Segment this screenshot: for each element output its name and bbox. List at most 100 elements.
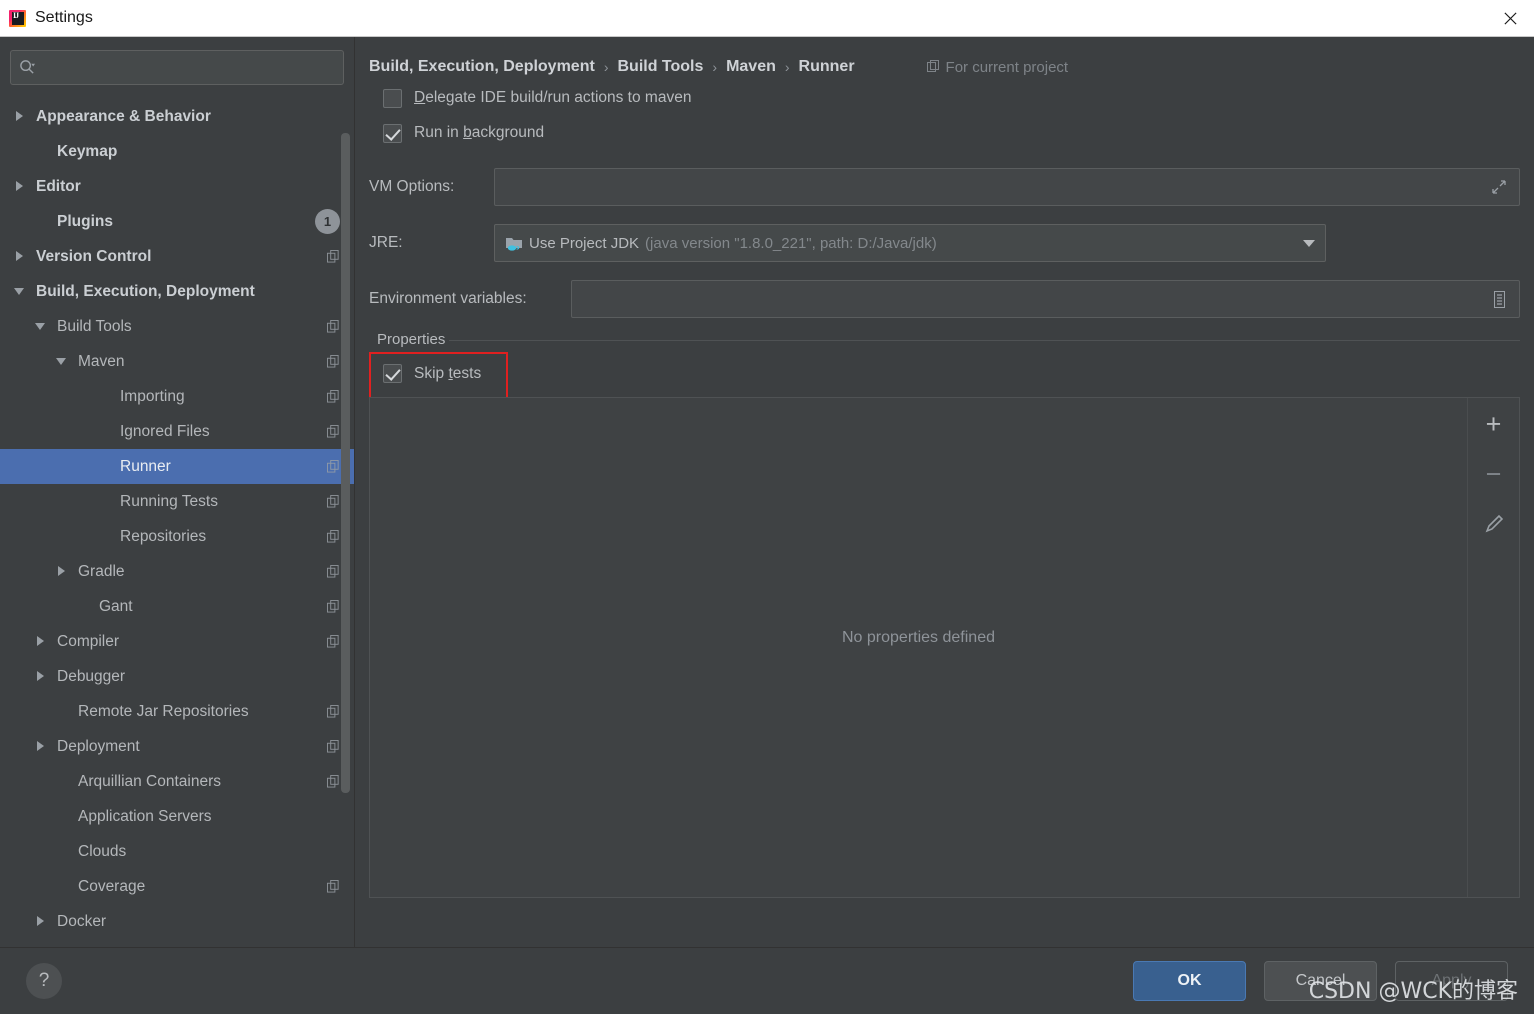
- sidebar-item-appearance-behavior[interactable]: Appearance & Behavior: [0, 99, 354, 134]
- sidebar-item-build-execution-deployment[interactable]: Build, Execution, Deployment: [0, 274, 354, 309]
- settings-sidebar: Appearance & Behavior Keymap Editor Plugins…: [0, 37, 355, 947]
- copy-icon[interactable]: [327, 565, 340, 578]
- list-icon[interactable]: [1487, 287, 1511, 311]
- chevron-right-icon[interactable]: [35, 635, 48, 648]
- sidebar-item-gradle[interactable]: Gradle: [0, 554, 354, 589]
- remove-property-button[interactable]: −: [1478, 458, 1510, 490]
- sidebar-item-keymap[interactable]: Keymap: [0, 134, 354, 169]
- chevron-right-icon[interactable]: [14, 250, 27, 263]
- sidebar-item-label: Repositories: [120, 527, 207, 545]
- sidebar-item-label: Gradle: [78, 562, 125, 580]
- bg-mnemonic: b: [463, 124, 472, 141]
- copy-icon[interactable]: [327, 740, 340, 753]
- sidebar-item-label: Remote Jar Repositories: [78, 702, 249, 720]
- vm-options-input[interactable]: [494, 168, 1520, 206]
- sidebar-item-application-servers[interactable]: Application Servers: [0, 799, 354, 834]
- vm-options-row: VM Options:: [369, 168, 1520, 206]
- delegate-build-checkbox-row[interactable]: Delegate IDE build/run actions to maven: [383, 83, 1520, 113]
- run-in-background-checkbox-row[interactable]: Run in background: [383, 118, 1520, 148]
- sidebar-item-debugger[interactable]: Debugger: [0, 659, 354, 694]
- sidebar-item-build-tools[interactable]: Build Tools: [0, 309, 354, 344]
- chevron-right-icon[interactable]: [14, 110, 27, 123]
- copy-icon[interactable]: [327, 600, 340, 613]
- copy-icon[interactable]: [327, 495, 340, 508]
- close-icon[interactable]: [1486, 0, 1534, 36]
- sidebar-item-editor[interactable]: Editor: [0, 169, 354, 204]
- search-box[interactable]: [10, 50, 344, 85]
- delegate-build-checkbox[interactable]: [383, 88, 402, 108]
- copy-icon[interactable]: [327, 355, 340, 368]
- sidebar-item-gant[interactable]: Gant: [0, 589, 354, 624]
- chevron-down-icon[interactable]: [14, 285, 27, 298]
- sidebar-item-repositories[interactable]: Repositories: [0, 519, 354, 554]
- copy-icon[interactable]: [327, 425, 340, 438]
- copy-icon[interactable]: [327, 460, 340, 473]
- sidebar-item-coverage[interactable]: Coverage: [0, 869, 354, 904]
- chevron-right-icon[interactable]: [14, 180, 27, 193]
- expand-arrows-icon[interactable]: [1487, 175, 1511, 199]
- copy-icon[interactable]: [327, 530, 340, 543]
- sidebar-item-ignored-files[interactable]: Ignored Files: [0, 414, 354, 449]
- breadcrumb-part-3[interactable]: Runner: [799, 58, 855, 76]
- search-input[interactable]: [41, 59, 335, 76]
- env-vars-input[interactable]: [571, 280, 1520, 318]
- sidebar-item-label: Coverage: [78, 877, 146, 895]
- chevron-right-icon[interactable]: [35, 740, 48, 753]
- breadcrumb-part-2[interactable]: Maven: [726, 58, 776, 76]
- copy-icon[interactable]: [327, 250, 340, 263]
- chevron-right-icon[interactable]: [35, 915, 48, 928]
- jre-label: JRE:: [369, 234, 403, 251]
- sidebar-item-docker[interactable]: Docker: [0, 904, 354, 939]
- ok-button[interactable]: OK: [1133, 960, 1246, 1001]
- sidebar-item-version-control[interactable]: Version Control: [0, 239, 354, 274]
- apply-button[interactable]: Apply: [1395, 960, 1508, 1001]
- chevron-down-icon[interactable]: [56, 355, 69, 368]
- copy-icon[interactable]: [327, 775, 340, 788]
- env-vars-label: Environment variables:: [369, 290, 527, 307]
- question-mark-icon[interactable]: ?: [26, 962, 62, 999]
- cancel-button[interactable]: Cancel: [1264, 960, 1377, 1001]
- skip-tests-row[interactable]: Skip tests: [369, 340, 1520, 393]
- copy-icon[interactable]: [327, 320, 340, 333]
- breadcrumb-part-1[interactable]: Build Tools: [617, 58, 703, 76]
- sidebar-item-compiler[interactable]: Compiler: [0, 624, 354, 659]
- sidebar-item-label: Version Control: [36, 247, 152, 265]
- sidebar-item-maven[interactable]: Maven: [0, 344, 354, 379]
- sidebar-item-runner[interactable]: Runner: [0, 449, 354, 484]
- breadcrumb-part-0[interactable]: Build, Execution, Deployment: [369, 58, 595, 76]
- edit-property-button[interactable]: [1478, 508, 1510, 540]
- copy-icon[interactable]: [327, 390, 340, 403]
- sidebar-item-remote-jar-repositories[interactable]: Remote Jar Repositories: [0, 694, 354, 729]
- chevron-right-icon[interactable]: [56, 565, 69, 578]
- sidebar-item-label: Maven: [78, 352, 125, 370]
- sidebar-item-plugins[interactable]: Plugins 1: [0, 204, 354, 239]
- jre-dropdown[interactable]: Use Project JDK (java version "1.8.0_221…: [494, 224, 1326, 262]
- sidebar-item-label: Arquillian Containers: [78, 772, 222, 790]
- chevron-down-icon[interactable]: [35, 320, 48, 333]
- sidebar-item-arquillian-containers[interactable]: Arquillian Containers: [0, 764, 354, 799]
- sidebar-item-clouds[interactable]: Clouds: [0, 834, 354, 869]
- breadcrumb: Build, Execution, Deployment › Build Too…: [369, 37, 1520, 83]
- scope-indicator: For current project: [926, 59, 1068, 76]
- sidebar-item-importing[interactable]: Importing: [0, 379, 354, 414]
- copy-icon[interactable]: [327, 635, 340, 648]
- copy-icon[interactable]: [327, 705, 340, 718]
- copy-icon: [926, 60, 939, 72]
- skip-tests-checkbox[interactable]: [383, 364, 402, 383]
- bg-text-b: ackground: [471, 124, 545, 141]
- sidebar-item-deployment[interactable]: Deployment: [0, 729, 354, 764]
- sidebar-scrollbar[interactable]: [341, 133, 350, 793]
- copy-icon[interactable]: [327, 880, 340, 893]
- sidebar-item-label: Appearance & Behavior: [36, 107, 211, 125]
- chevron-right-icon[interactable]: [35, 670, 48, 683]
- sidebar-item-running-tests[interactable]: Running Tests: [0, 484, 354, 519]
- add-property-button[interactable]: +: [1478, 408, 1510, 440]
- run-in-background-checkbox[interactable]: [383, 123, 402, 143]
- chevron-down-icon[interactable]: [1303, 239, 1315, 247]
- sidebar-scrollbar-thumb[interactable]: [341, 133, 350, 793]
- settings-main-panel: Build, Execution, Deployment › Build Too…: [355, 37, 1534, 947]
